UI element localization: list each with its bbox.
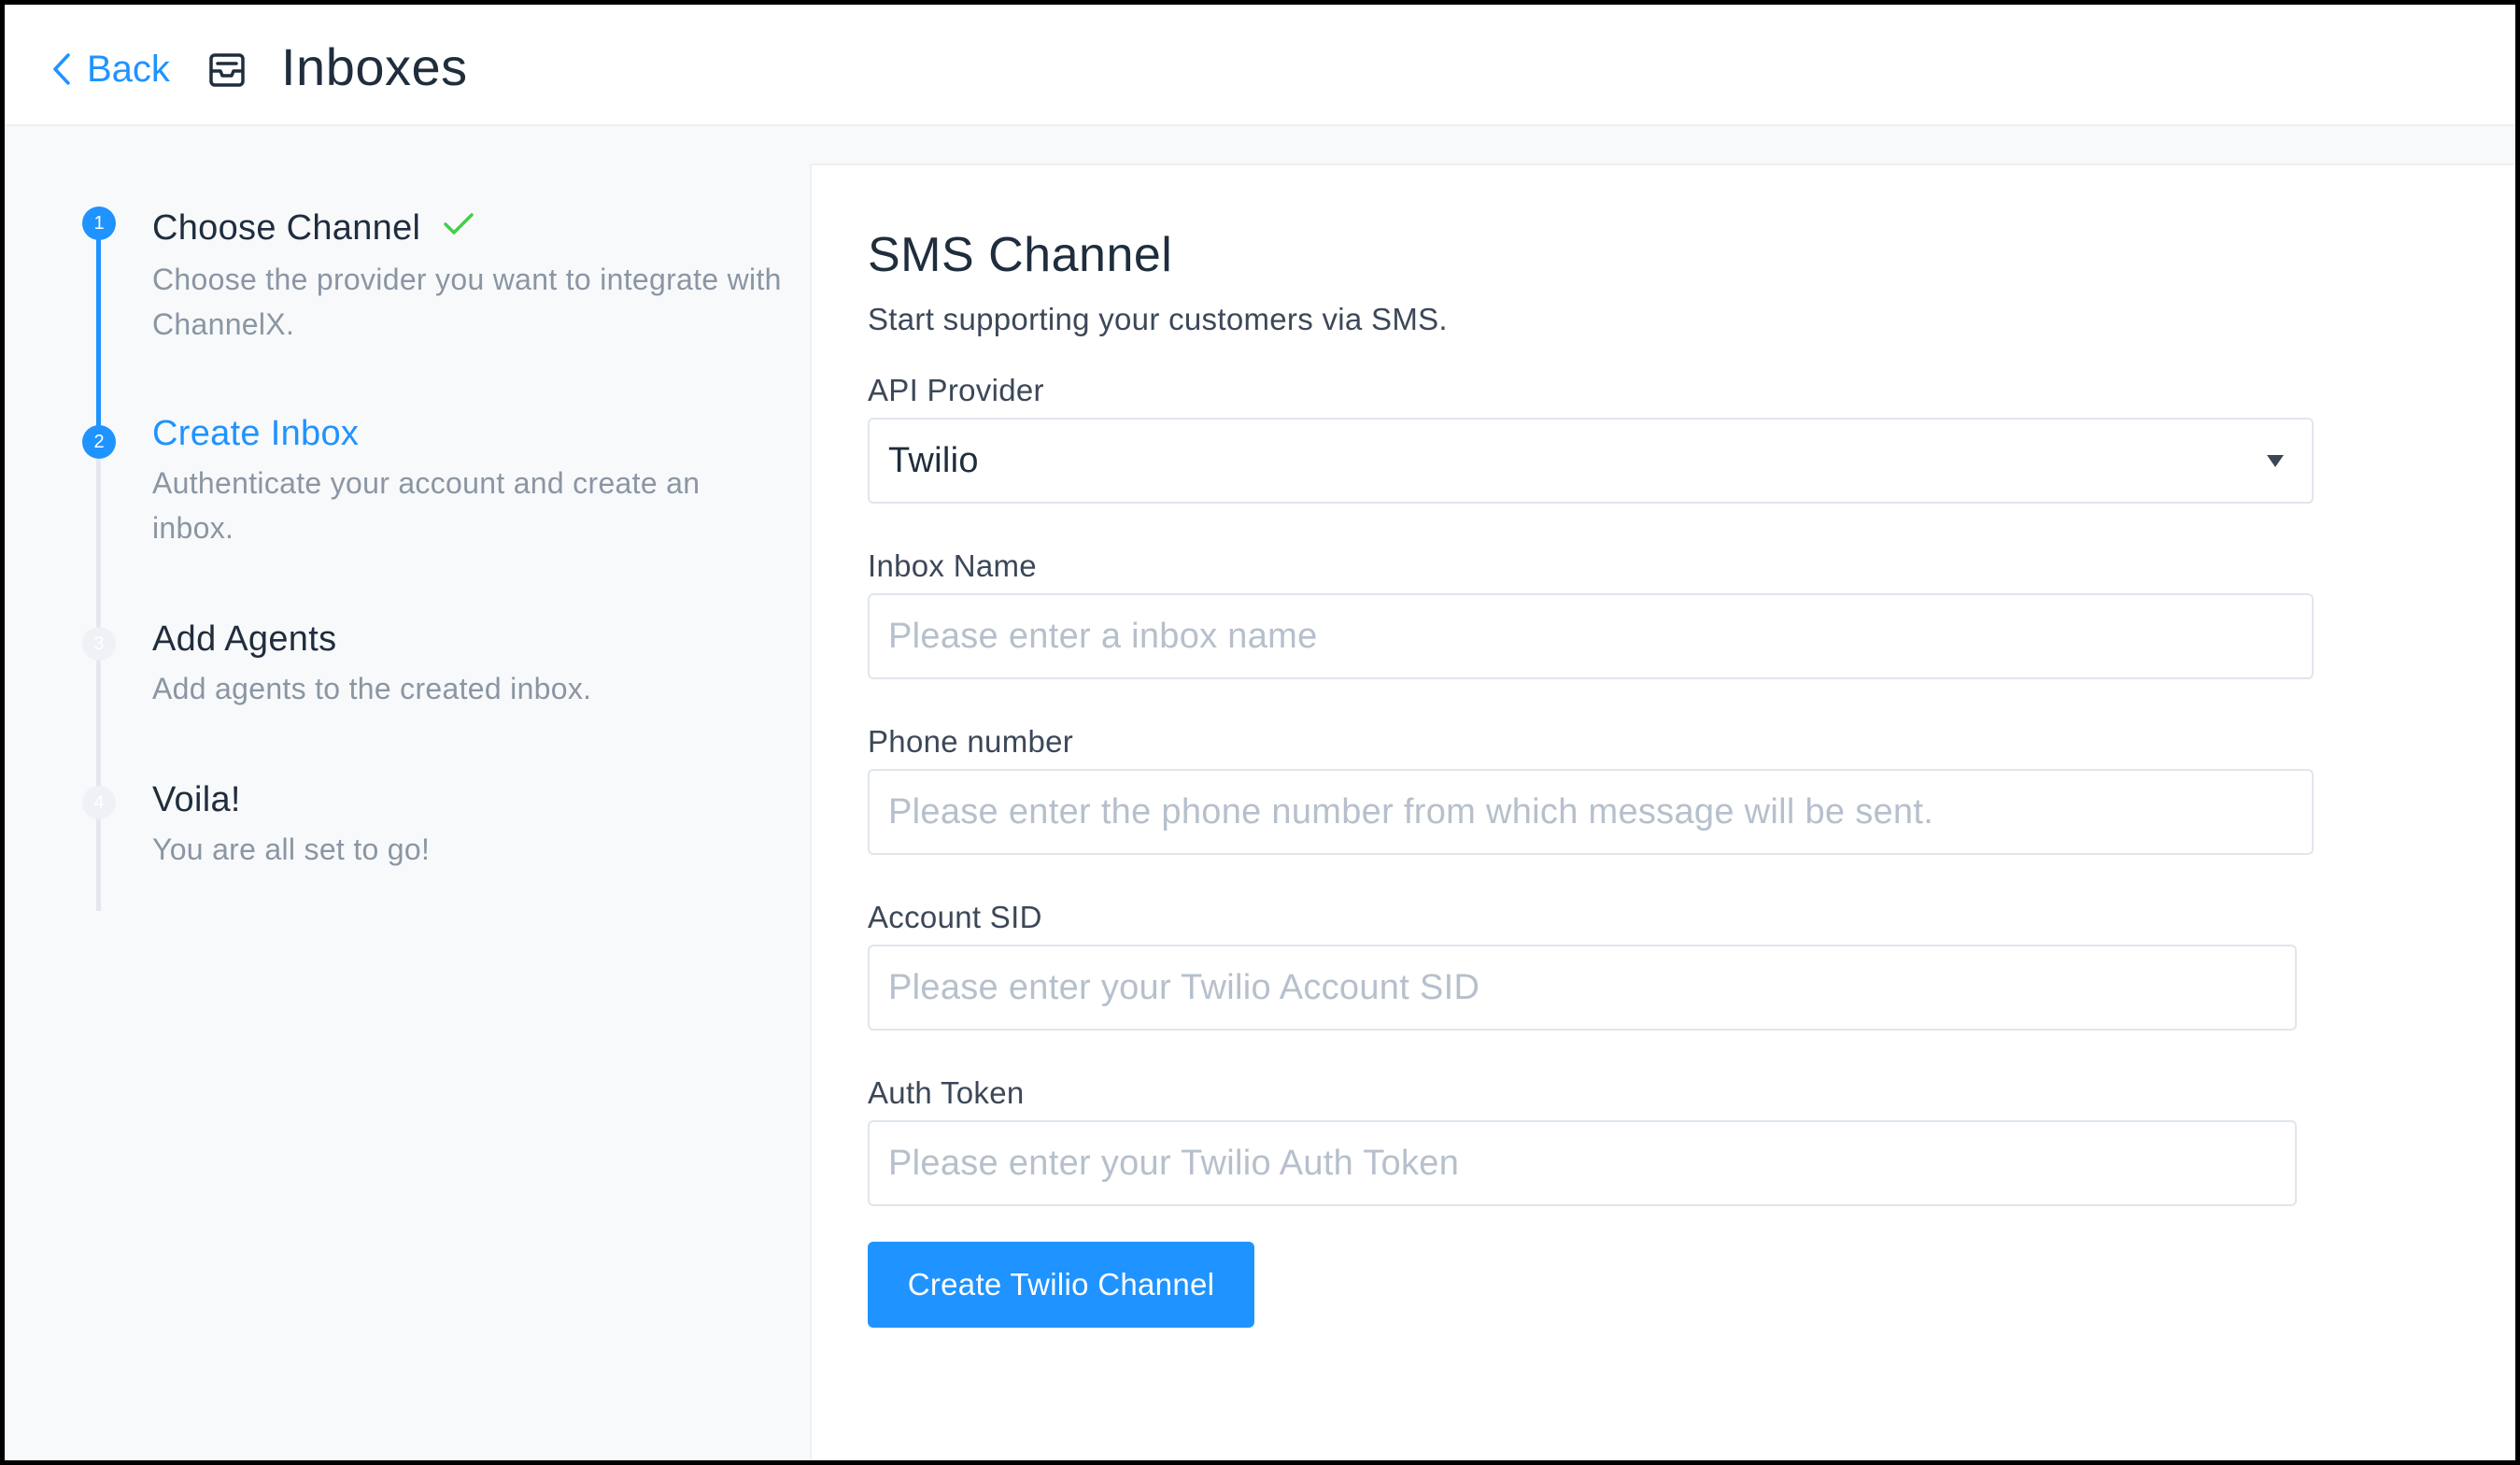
step-desc-add-agents: Add agents to the created inbox. — [152, 672, 592, 705]
account-sid-input[interactable] — [868, 945, 2297, 1031]
page-title: Inboxes — [281, 37, 468, 96]
step-number-4: 4 — [82, 786, 116, 819]
caret-down-icon — [2267, 455, 2284, 467]
step-number-2: 2 — [82, 425, 116, 459]
step-number-1: 1 — [82, 206, 116, 240]
app-window: Back Inboxes 1 Choose Channel Choose the… — [5, 5, 2515, 1460]
step-progress-line — [96, 223, 101, 444]
step-title-choose-channel[interactable]: Choose Channel — [152, 208, 420, 249]
wizard-steps: 1 Choose Channel Choose the provider you… — [5, 126, 810, 1460]
auth-token-label: Auth Token — [868, 1075, 1025, 1110]
phone-number-input[interactable] — [868, 769, 2314, 855]
chevron-left-icon — [53, 53, 70, 85]
inbox-name-input[interactable] — [868, 593, 2314, 679]
api-provider-select[interactable]: Twilio — [868, 418, 2314, 504]
form-subtitle: Start supporting your customers via SMS. — [868, 302, 1448, 336]
step-number-3: 3 — [82, 627, 116, 661]
account-sid-label: Account SID — [868, 900, 1042, 934]
api-provider-value: Twilio — [888, 440, 979, 480]
step-desc-voila: You are all set to go! — [152, 832, 431, 866]
back-label: Back — [87, 48, 170, 90]
step-desc-choose-channel: Choose the provider you want to integrat… — [152, 263, 782, 341]
form-title: SMS Channel — [868, 228, 1173, 282]
page-header: Back Inboxes — [5, 5, 2515, 126]
inbox-icon — [209, 53, 245, 87]
step-title-add-agents: Add Agents — [152, 619, 337, 659]
step-title-create-inbox: Create Inbox — [152, 414, 360, 453]
step-title-voila: Voila! — [152, 780, 241, 819]
auth-token-input[interactable] — [868, 1120, 2297, 1206]
create-twilio-channel-button[interactable]: Create Twilio Channel — [868, 1242, 1254, 1328]
check-icon — [444, 213, 474, 235]
step-desc-create-inbox: Authenticate your account and create an … — [152, 466, 701, 545]
inbox-name-label: Inbox Name — [868, 548, 1037, 583]
phone-number-label: Phone number — [868, 724, 1074, 759]
back-button[interactable]: Back — [50, 46, 170, 92]
api-provider-label: API Provider — [868, 373, 1044, 407]
step-remaining-line — [96, 444, 101, 911]
sms-channel-form: SMS Channel Start supporting your custom… — [810, 164, 2515, 1460]
